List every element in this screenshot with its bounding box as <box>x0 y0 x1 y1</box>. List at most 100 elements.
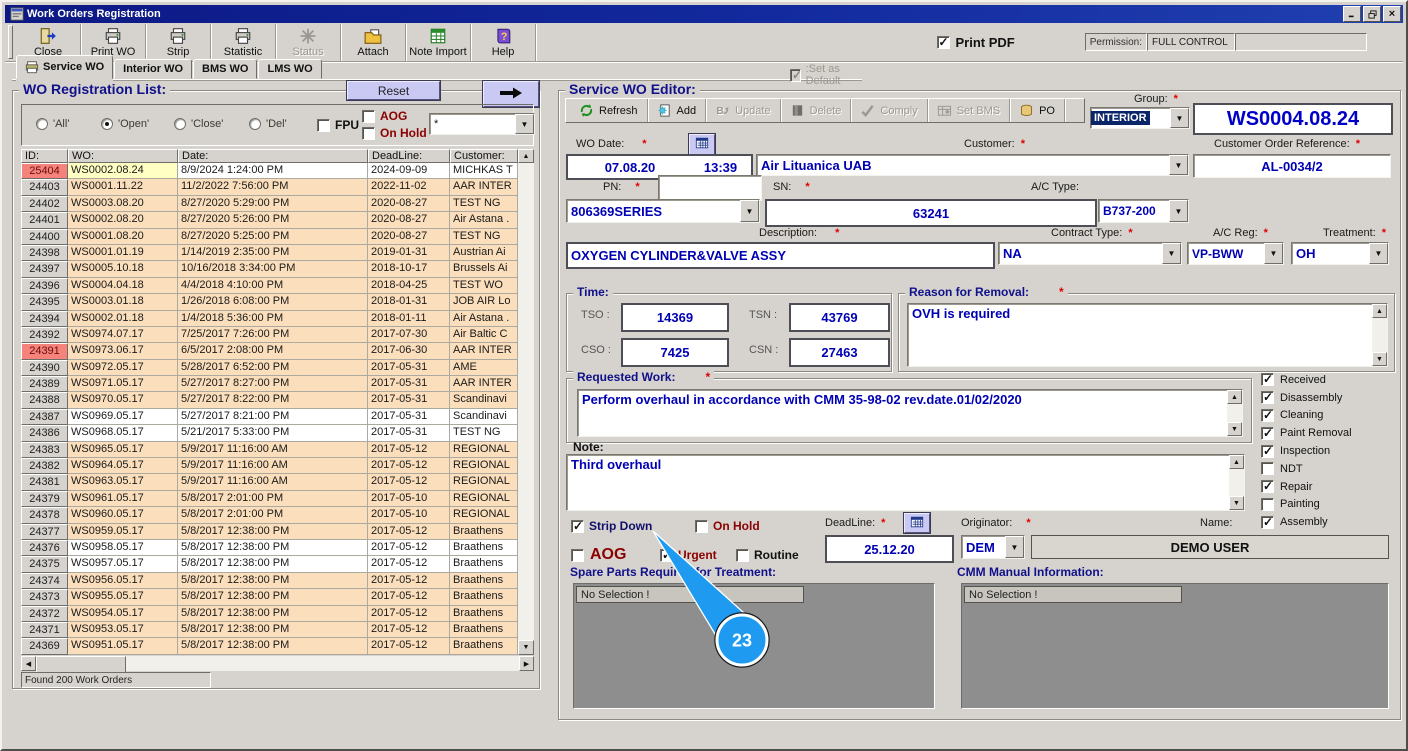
aog-checkbox[interactable]: AOG <box>571 546 626 564</box>
cell-wo[interactable]: WS0954.05.17 <box>68 606 178 622</box>
cell-date[interactable]: 5/28/2017 6:52:00 PM <box>178 360 368 376</box>
scroll-left-icon[interactable]: ◀ <box>21 656 36 671</box>
cell-date[interactable]: 5/8/2017 12:38:00 PM <box>178 622 368 638</box>
contract-combobox[interactable]: NA ▼ <box>998 242 1182 265</box>
cell-id[interactable]: 24401 <box>21 212 68 228</box>
stage-checkbox-repair[interactable]: Repair <box>1261 478 1396 496</box>
cell-deadline[interactable]: 2022-11-02 <box>368 179 450 195</box>
cell-id[interactable]: 24395 <box>21 294 68 310</box>
cell-date[interactable]: 8/27/2020 5:26:00 PM <box>178 212 368 228</box>
cell-date[interactable]: 5/27/2017 8:22:00 PM <box>178 392 368 408</box>
cell-wo[interactable]: WS0001.01.19 <box>68 245 178 261</box>
onhold-filter-checkbox-box[interactable] <box>362 127 375 140</box>
cell-customer[interactable]: REGIONAL <box>450 458 518 474</box>
cell-date[interactable]: 5/9/2017 11:16:00 AM <box>178 458 368 474</box>
scroll-up-icon[interactable]: ▲ <box>1227 390 1242 404</box>
cell-id[interactable]: 24402 <box>21 196 68 212</box>
group-combobox[interactable]: INTERIOR ▼ <box>1090 107 1190 129</box>
chevron-down-icon[interactable]: ▼ <box>740 200 759 222</box>
cell-wo[interactable]: WS0001.08.20 <box>68 229 178 245</box>
note-scrollbar[interactable]: ▲ ▼ <box>1229 455 1244 510</box>
cell-deadline[interactable]: 2017-05-12 <box>368 589 450 605</box>
table-row[interactable]: 24382WS0964.05.175/9/2017 11:16:00 AM201… <box>21 458 534 474</box>
table-row[interactable]: 24396WS0004.04.184/4/2018 4:10:00 PM2018… <box>21 278 534 294</box>
cell-customer[interactable]: AAR INTER <box>450 179 518 195</box>
cell-date[interactable]: 5/8/2017 12:38:00 PM <box>178 556 368 572</box>
cell-deadline[interactable]: 2017-05-12 <box>368 524 450 540</box>
chevron-down-icon[interactable]: ▼ <box>1369 243 1388 264</box>
cell-id[interactable]: 24391 <box>21 343 68 359</box>
pn-combobox[interactable]: 806369SERIES ▼ <box>566 199 760 223</box>
cell-id[interactable]: 24390 <box>21 360 68 376</box>
cell-deadline[interactable]: 2017-05-12 <box>368 606 450 622</box>
column-header-wo[interactable]: WO: <box>68 149 178 163</box>
cell-deadline[interactable]: 2017-05-31 <box>368 409 450 425</box>
table-row[interactable]: 24373WS0955.05.175/8/2017 12:38:00 PM201… <box>21 589 534 605</box>
cell-date[interactable]: 5/9/2017 11:16:00 AM <box>178 474 368 490</box>
table-row[interactable]: 24379WS0961.05.175/8/2017 2:01:00 PM2017… <box>21 491 534 507</box>
cell-customer[interactable]: REGIONAL <box>450 442 518 458</box>
cell-date[interactable]: 5/27/2017 8:21:00 PM <box>178 409 368 425</box>
cell-deadline[interactable]: 2018-01-31 <box>368 294 450 310</box>
fpu-checkbox[interactable]: FPU <box>317 118 359 132</box>
stage-checkbox-box[interactable] <box>1261 462 1274 475</box>
cell-wo[interactable]: WS0974.07.17 <box>68 327 178 343</box>
cell-id[interactable]: 24372 <box>21 606 68 622</box>
tab-bms-wo[interactable]: BMS WO <box>193 59 257 79</box>
cell-date[interactable]: 8/9/2024 1:24:00 PM <box>178 163 368 179</box>
cell-customer[interactable]: TEST NG <box>450 425 518 441</box>
onhold-filter-checkbox[interactable]: On Hold <box>362 126 427 140</box>
table-row[interactable]: 24402WS0003.08.208/27/2020 5:29:00 PM202… <box>21 196 534 212</box>
tsn-field[interactable]: 43769 <box>789 303 890 332</box>
cell-id[interactable]: 24369 <box>21 638 68 654</box>
table-row[interactable]: 24391WS0973.06.176/5/2017 2:08:00 PM2017… <box>21 343 534 359</box>
cell-wo[interactable]: WS0961.05.17 <box>68 491 178 507</box>
cell-id[interactable]: 24398 <box>21 245 68 261</box>
cell-date[interactable]: 10/16/2018 3:34:00 PM <box>178 261 368 277</box>
cell-wo[interactable]: WS0951.05.17 <box>68 638 178 654</box>
cell-deadline[interactable]: 2017-05-12 <box>368 442 450 458</box>
stage-checkbox-received[interactable]: Received <box>1261 371 1396 389</box>
cell-deadline[interactable]: 2017-06-30 <box>368 343 450 359</box>
cell-id[interactable]: 24396 <box>21 278 68 294</box>
cell-date[interactable]: 5/8/2017 12:38:00 PM <box>178 589 368 605</box>
cell-id[interactable]: 24376 <box>21 540 68 556</box>
cell-deadline[interactable]: 2020-08-27 <box>368 196 450 212</box>
cell-deadline[interactable]: 2024-09-09 <box>368 163 450 179</box>
cell-customer[interactable]: TEST NG <box>450 196 518 212</box>
cell-deadline[interactable]: 2017-05-31 <box>368 376 450 392</box>
csn-field[interactable]: 27463 <box>789 338 890 367</box>
table-row[interactable]: 24392WS0974.07.177/25/2017 7:26:00 PM201… <box>21 327 534 343</box>
cell-date[interactable]: 5/21/2017 5:33:00 PM <box>178 425 368 441</box>
pn-extra-field[interactable] <box>658 175 762 201</box>
treatment-combobox[interactable]: OH ▼ <box>1291 242 1389 265</box>
minimize-button[interactable] <box>1343 6 1361 22</box>
cell-wo[interactable]: WS0005.10.18 <box>68 261 178 277</box>
sn-field[interactable]: 63241 <box>765 199 1097 227</box>
table-row[interactable]: 24403WS0001.11.2211/2/2022 7:56:00 PM202… <box>21 179 534 195</box>
cell-wo[interactable]: WS0959.05.17 <box>68 524 178 540</box>
stage-checkbox-paint-removal[interactable]: Paint Removal <box>1261 424 1396 442</box>
cell-customer[interactable]: Braathens <box>450 638 518 654</box>
column-header-id[interactable]: ID: <box>21 149 68 163</box>
cell-deadline[interactable]: 2017-05-31 <box>368 360 450 376</box>
cell-wo[interactable]: WS0956.05.17 <box>68 573 178 589</box>
table-row[interactable]: 24372WS0954.05.175/8/2017 12:38:00 PM201… <box>21 606 534 622</box>
table-row[interactable]: 24369WS0951.05.175/8/2017 12:38:00 PM201… <box>21 638 534 654</box>
toolbar-button-attach[interactable]: Attach <box>341 24 406 61</box>
table-row[interactable]: 24394WS0002.01.181/4/2018 5:36:00 PM2018… <box>21 311 534 327</box>
cell-wo[interactable]: WS0970.05.17 <box>68 392 178 408</box>
tab-service-wo[interactable]: Service WO <box>16 55 113 79</box>
cell-customer[interactable]: Air Astana . <box>450 212 518 228</box>
table-vertical-scrollbar[interactable]: ▲ ▼ <box>518 149 534 655</box>
cell-date[interactable]: 5/27/2017 8:27:00 PM <box>178 376 368 392</box>
cell-id[interactable]: 24387 <box>21 409 68 425</box>
cell-wo[interactable]: WS0969.05.17 <box>68 409 178 425</box>
cell-id[interactable]: 24386 <box>21 425 68 441</box>
table-row[interactable]: 24381WS0963.05.175/9/2017 11:16:00 AM201… <box>21 474 534 490</box>
cell-customer[interactable]: Braathens <box>450 524 518 540</box>
requested-work-scrollbar[interactable]: ▲ ▼ <box>1227 390 1242 436</box>
reset-button[interactable]: Reset <box>347 81 440 100</box>
restore-button[interactable] <box>1363 6 1381 22</box>
cell-customer[interactable]: Braathens <box>450 622 518 638</box>
